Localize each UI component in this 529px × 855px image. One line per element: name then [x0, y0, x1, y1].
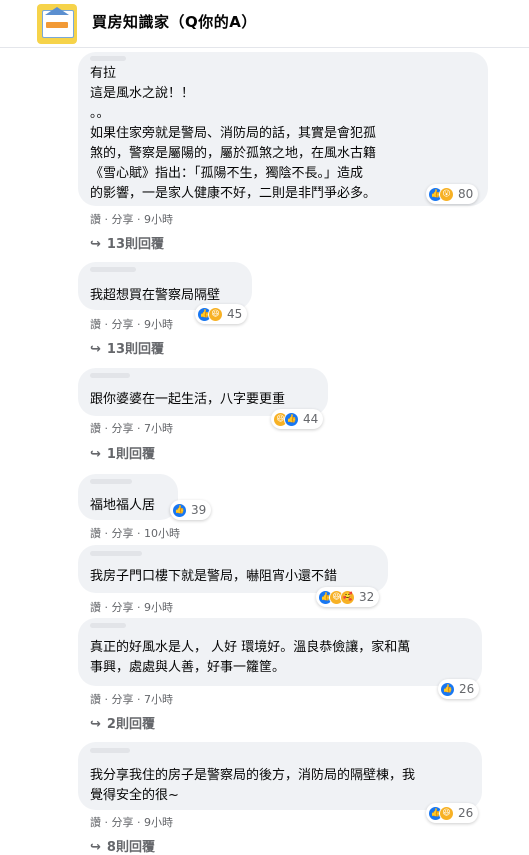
like-link[interactable]: 讚 — [90, 213, 101, 226]
like-link[interactable]: 讚 — [90, 318, 101, 331]
like-link[interactable]: 讚 — [90, 527, 101, 540]
timestamp[interactable]: 7小時 — [144, 693, 173, 706]
reply-arrow-icon: ↪ — [90, 447, 101, 462]
reaction-count: 80 — [458, 187, 474, 201]
group-avatar[interactable] — [37, 4, 77, 44]
reaction-summary[interactable]: 👍 26 — [438, 679, 480, 699]
reaction-count: 45 — [227, 307, 243, 321]
like-icon: 👍 — [284, 411, 299, 427]
comment-text: 跟你婆婆在一起生活，八字要更重 — [90, 392, 286, 407]
logo-bar — [46, 22, 68, 28]
like-link[interactable]: 讚 — [90, 816, 101, 829]
like-icon: 👍 — [172, 502, 187, 518]
reply-arrow-icon: ↪ — [90, 342, 101, 357]
like-link[interactable]: 讚 — [90, 693, 101, 706]
commenter-name-redacted[interactable] — [90, 623, 126, 628]
comment-bubble: 我房子門口樓下就是警局，嚇阻宵小還不錯 — [78, 545, 388, 593]
reaction-count: 32 — [359, 590, 375, 604]
comment-actions: 讚 · 分享 · 7小時 — [90, 422, 173, 435]
comment-actions: 讚 · 分享 · 9小時 — [90, 816, 173, 829]
timestamp[interactable]: 9小時 — [144, 601, 173, 614]
like-link[interactable]: 讚 — [90, 422, 101, 435]
share-link[interactable]: 分享 — [112, 816, 134, 829]
wow-icon: 😮 — [439, 186, 454, 202]
view-replies-link[interactable]: ↪ 1則回覆 — [90, 443, 155, 462]
comment-text: 真正的好風水是人， 人好 環境好。溫良恭儉讓，家和萬 事興，處處與人善，好事一籮… — [90, 640, 411, 675]
reaction-summary[interactable]: 👍 39 — [170, 500, 212, 520]
like-link[interactable]: 讚 — [90, 601, 101, 614]
comment-actions: 讚 · 分享 · 9小時 — [90, 318, 173, 331]
share-link[interactable]: 分享 — [112, 318, 134, 331]
commenter-name-redacted[interactable] — [90, 479, 132, 484]
commenter-name-redacted[interactable] — [90, 267, 136, 272]
view-replies-link[interactable]: ↪ 13則回覆 — [90, 338, 164, 357]
share-link[interactable]: 分享 — [112, 693, 134, 706]
comment-text: 有拉 這是風水之說！！ 。。 如果住家旁就是警局、消防局的話，其實是會犯孤 煞的… — [90, 66, 377, 201]
roof-icon — [45, 7, 69, 15]
reaction-summary[interactable]: 😆 👍 44 — [271, 409, 324, 429]
haha-icon: 😆 — [208, 306, 223, 322]
comment-text: 福地福人居 — [90, 498, 156, 513]
commenter-name-redacted[interactable] — [90, 551, 142, 556]
comment-actions: 讚 · 分享 · 9小時 — [90, 213, 173, 226]
commenter-name-redacted[interactable] — [90, 373, 130, 378]
comment-actions: 讚 · 分享 · 10小時 — [90, 527, 180, 540]
reaction-count: 26 — [459, 682, 475, 696]
view-replies-link[interactable]: ↪ 2則回覆 — [90, 713, 155, 732]
comment-actions: 讚 · 分享 · 9小時 — [90, 601, 173, 614]
reaction-summary[interactable]: 👍 😆 45 — [195, 304, 248, 324]
reply-arrow-icon: ↪ — [90, 717, 101, 732]
group-title[interactable]: 買房知識家（Q你的A） — [92, 11, 257, 32]
comment-actions: 讚 · 分享 · 7小時 — [90, 693, 173, 706]
timestamp[interactable]: 9小時 — [144, 318, 173, 331]
comment-bubble: 真正的好風水是人， 人好 環境好。溫良恭儉讓，家和萬 事興，處處與人善，好事一籮… — [78, 618, 482, 686]
reaction-count: 44 — [303, 412, 319, 426]
comment-text: 我房子門口樓下就是警局，嚇阻宵小還不錯 — [90, 569, 338, 584]
timestamp[interactable]: 10小時 — [144, 527, 180, 540]
reaction-summary[interactable]: 👍 😮 80 — [426, 184, 479, 204]
reaction-summary[interactable]: 👍 😆 26 — [426, 803, 479, 823]
timestamp[interactable]: 9小時 — [144, 816, 173, 829]
reaction-count: 26 — [458, 806, 474, 820]
comment-bubble: 我分享我住的房子是警察局的後方，消防局的隔壁棟，我 覺得安全的很~ — [78, 742, 482, 810]
commenter-name-redacted[interactable] — [90, 56, 126, 61]
comment-bubble: 我超想買在警察局隔壁 — [78, 262, 252, 310]
share-link[interactable]: 分享 — [112, 213, 134, 226]
share-link[interactable]: 分享 — [112, 527, 134, 540]
commenter-name-redacted[interactable] — [90, 748, 130, 753]
haha-icon: 😆 — [439, 805, 454, 821]
view-replies-link[interactable]: ↪ 8則回覆 — [90, 836, 155, 855]
comment-bubble: 有拉 這是風水之說！！ 。。 如果住家旁就是警局、消防局的話，其實是會犯孤 煞的… — [78, 52, 488, 206]
reaction-count: 39 — [191, 503, 207, 517]
group-header: 買房知識家（Q你的A） — [0, 0, 529, 48]
reply-arrow-icon: ↪ — [90, 237, 101, 252]
share-link[interactable]: 分享 — [112, 422, 134, 435]
comment-text: 我分享我住的房子是警察局的後方，消防局的隔壁棟，我 覺得安全的很~ — [90, 768, 416, 803]
comment-bubble: 福地福人居 — [78, 474, 178, 520]
share-link[interactable]: 分享 — [112, 601, 134, 614]
comment-text: 我超想買在警察局隔壁 — [90, 288, 221, 303]
view-replies-link[interactable]: ↪ 13則回覆 — [90, 233, 164, 252]
like-icon: 👍 — [440, 681, 455, 697]
timestamp[interactable]: 9小時 — [144, 213, 173, 226]
reply-arrow-icon: ↪ — [90, 840, 101, 855]
reaction-summary[interactable]: 👍 😆 🥰 32 — [316, 587, 380, 607]
timestamp[interactable]: 7小時 — [144, 422, 173, 435]
care-icon: 🥰 — [340, 589, 355, 605]
